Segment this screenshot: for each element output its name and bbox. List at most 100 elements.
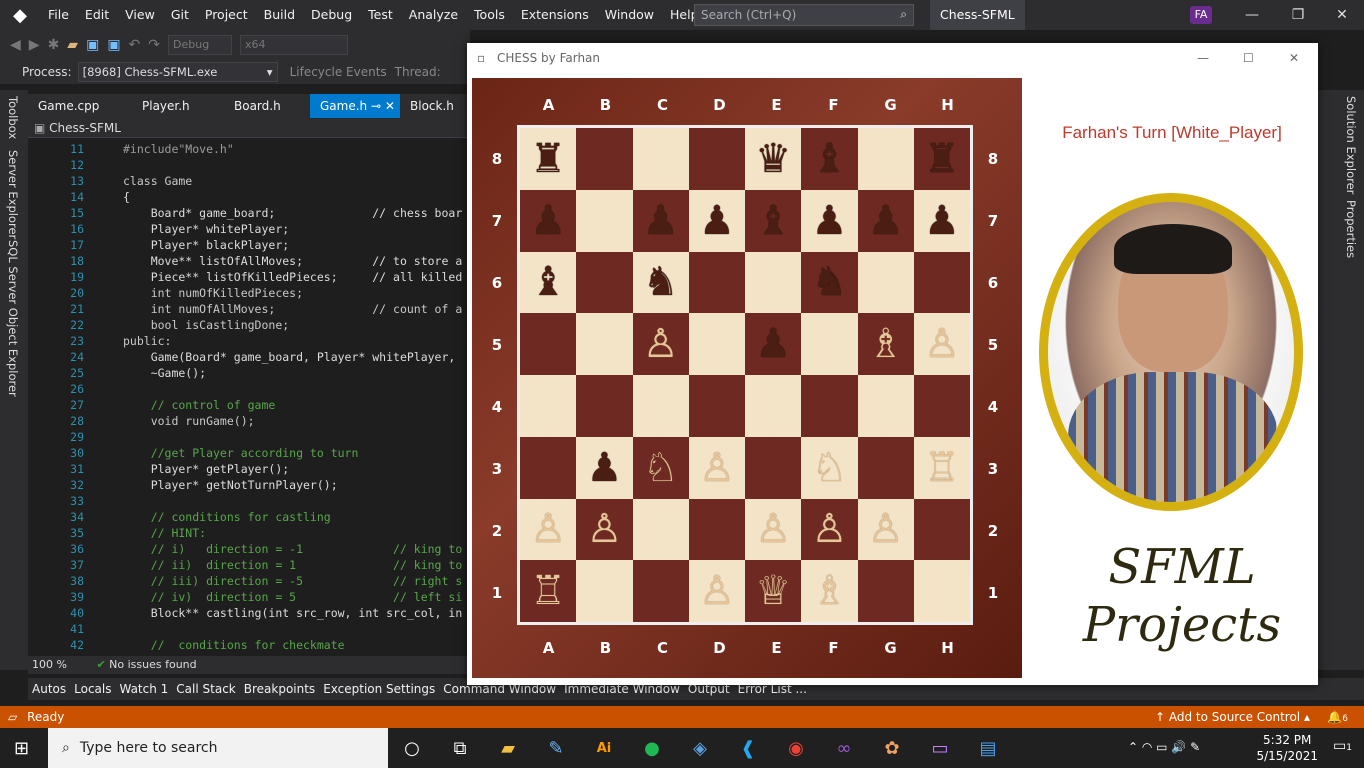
square-b2[interactable]: ♙ xyxy=(576,498,633,561)
square-b4[interactable] xyxy=(576,375,633,437)
minimize-button[interactable]: — xyxy=(1232,0,1272,30)
menu-tools[interactable]: Tools xyxy=(466,0,513,30)
redo-icon[interactable]: ↷ xyxy=(148,37,160,53)
code-line[interactable]: Game(Board* game_board, Player* whitePla… xyxy=(123,350,456,364)
code-line[interactable]: //get Player according to turn xyxy=(123,446,359,460)
issues-status[interactable]: No issues found xyxy=(109,658,196,671)
square-g4[interactable] xyxy=(857,375,914,437)
chess-piece[interactable]: ♟ xyxy=(811,201,847,241)
square-e4[interactable] xyxy=(745,375,802,437)
chess-piece[interactable]: ♗ xyxy=(868,324,904,364)
square-h1[interactable] xyxy=(913,560,970,622)
file-explorer-icon[interactable]: ▰ xyxy=(484,728,532,768)
cortana-icon[interactable]: ○ xyxy=(388,728,436,768)
chess-piece[interactable]: ♙ xyxy=(699,571,735,611)
open-folder-icon[interactable]: ▰ xyxy=(67,37,78,53)
code-line[interactable]: Board* game_board; // chess boar xyxy=(123,206,463,220)
vscode-icon[interactable]: ❰ xyxy=(724,728,772,768)
solution-explorer-tab[interactable]: Solution Explorer xyxy=(1344,96,1358,194)
chess-maximize-button[interactable]: ☐ xyxy=(1243,43,1254,73)
square-d7[interactable]: ♟ xyxy=(688,189,745,252)
square-b3[interactable]: ♟ xyxy=(576,436,633,499)
square-g6[interactable] xyxy=(857,251,914,314)
restore-button[interactable]: ❐ xyxy=(1278,0,1318,30)
square-c3[interactable]: ♘ xyxy=(632,436,689,499)
chess-piece[interactable]: ♝ xyxy=(755,201,791,241)
chess-piece[interactable]: ♟ xyxy=(530,201,566,241)
forward-icon[interactable]: ▶ xyxy=(29,37,40,53)
taskbar-search-input[interactable]: ⌕ Type here to search xyxy=(48,728,388,768)
chess-piece[interactable]: ♟ xyxy=(643,201,679,241)
chess-piece[interactable]: ♟ xyxy=(755,324,791,364)
debug-tab-breakpoints[interactable]: Breakpoints xyxy=(240,678,319,700)
square-c1[interactable] xyxy=(632,560,689,622)
square-h7[interactable]: ♟ xyxy=(913,189,970,252)
code-line[interactable]: { xyxy=(123,190,130,204)
paint3d-icon[interactable]: ✿ xyxy=(868,728,916,768)
code-line[interactable]: public: xyxy=(123,334,171,348)
save-all-icon[interactable]: ▣ xyxy=(107,37,120,53)
chess-piece[interactable]: ♝ xyxy=(530,262,566,302)
new-project-icon[interactable]: ✱ xyxy=(48,37,60,53)
menu-analyze[interactable]: Analyze xyxy=(401,0,466,30)
app-window-icon[interactable]: ▤ xyxy=(964,728,1012,768)
menu-view[interactable]: View xyxy=(117,0,163,30)
chess-piece[interactable]: ♜ xyxy=(530,139,566,179)
chess-piece[interactable]: ♞ xyxy=(643,262,679,302)
square-c4[interactable] xyxy=(632,375,689,437)
source-control-button[interactable]: ↑ Add to Source Control ▴ xyxy=(1155,706,1310,728)
chess-piece[interactable]: ♛ xyxy=(755,139,791,179)
code-line[interactable]: Player* whitePlayer; xyxy=(123,222,289,236)
chess-piece[interactable]: ♙ xyxy=(868,509,904,549)
square-a3[interactable] xyxy=(520,436,577,499)
square-a4[interactable] xyxy=(520,375,577,437)
square-g2[interactable]: ♙ xyxy=(857,498,914,561)
square-b6[interactable] xyxy=(576,251,633,314)
square-g7[interactable]: ♟ xyxy=(857,189,914,252)
square-d3[interactable]: ♙ xyxy=(688,436,745,499)
code-line[interactable]: class Game xyxy=(123,174,192,188)
task-view-icon[interactable]: ⧉ xyxy=(436,728,484,768)
menu-build[interactable]: Build xyxy=(256,0,303,30)
square-d1[interactable]: ♙ xyxy=(688,560,745,622)
square-h6[interactable] xyxy=(913,251,970,314)
menu-project[interactable]: Project xyxy=(197,0,256,30)
sql-explorer-tab[interactable]: SQL Server Object Explorer xyxy=(6,240,20,397)
code-line[interactable]: // ii) direction = 1 // king to xyxy=(123,558,463,572)
toolbox-tab[interactable]: Toolbox xyxy=(6,96,20,139)
square-d5[interactable] xyxy=(688,313,745,375)
chess-piece[interactable]: ♟ xyxy=(586,448,622,488)
square-e3[interactable] xyxy=(745,436,802,499)
code-line[interactable]: void runGame(); xyxy=(123,414,255,428)
undo-icon[interactable]: ↶ xyxy=(129,37,141,53)
square-f3[interactable]: ♘ xyxy=(801,436,858,499)
menu-git[interactable]: Git xyxy=(163,0,197,30)
square-f2[interactable]: ♙ xyxy=(801,498,858,561)
save-icon[interactable]: ▣ xyxy=(86,37,99,53)
visual-studio-icon[interactable]: ∞ xyxy=(820,728,868,768)
platform-select[interactable]: x64 xyxy=(240,35,349,55)
square-e2[interactable]: ♙ xyxy=(745,498,802,561)
menu-extensions[interactable]: Extensions xyxy=(513,0,597,30)
square-a7[interactable]: ♟ xyxy=(520,189,577,252)
menu-window[interactable]: Window xyxy=(597,0,662,30)
windows-start-icon[interactable]: ⊞ xyxy=(14,738,29,759)
chess-board[interactable]: ♜ ♛ ♝ ♜ ♟ ♟ ♟ ♝ ♟ ♟ ♟ ♝ ♞ ♞ ♙ ♟ ♗ ♙ ♟ ♘ ♙ ♘ ♖ ♙ ♙ ♙ ♙ ♙ ♖ ♙ ♕ ♗ xyxy=(517,125,973,625)
search-input[interactable]: Search (Ctrl+Q) ⌕ xyxy=(694,4,914,26)
square-a2[interactable]: ♙ xyxy=(520,498,577,561)
square-b8[interactable] xyxy=(576,128,633,190)
code-line[interactable]: #include"Move.h" xyxy=(123,142,234,156)
chess-minimize-button[interactable]: — xyxy=(1197,43,1209,73)
square-g1[interactable] xyxy=(857,560,914,622)
code-line[interactable]: // conditions for castling xyxy=(123,510,331,524)
close-button[interactable]: ✕ xyxy=(1322,0,1362,30)
chess-piece[interactable]: ♟ xyxy=(699,201,735,241)
square-f7[interactable]: ♟ xyxy=(801,189,858,252)
square-f4[interactable] xyxy=(801,375,858,437)
chess-piece[interactable]: ♙ xyxy=(530,509,566,549)
square-a8[interactable]: ♜ xyxy=(520,128,577,190)
tab-game-cpp[interactable]: Game.cpp xyxy=(28,94,132,118)
chess-piece[interactable]: ♙ xyxy=(811,509,847,549)
chess-piece[interactable]: ♞ xyxy=(811,262,847,302)
code-line[interactable]: // conditions for checkmate xyxy=(123,638,345,652)
